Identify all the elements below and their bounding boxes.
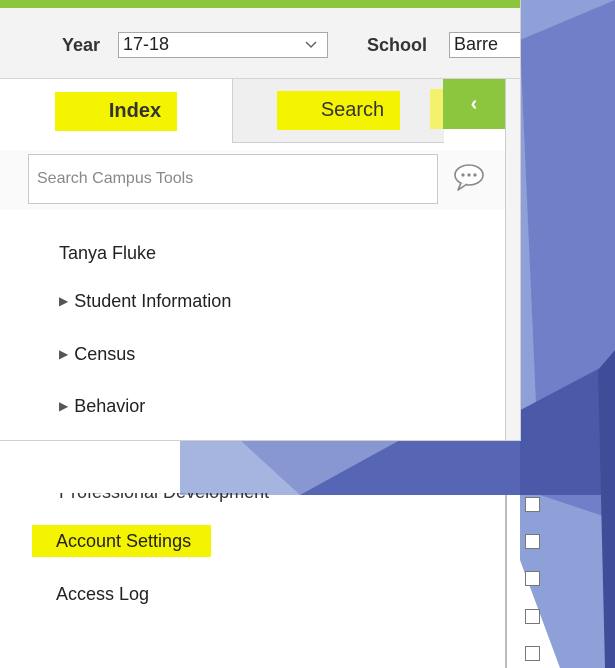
lower-right-divider <box>505 495 507 668</box>
toolbar: Year 17-18 School Barre <box>0 8 520 79</box>
year-select[interactable]: 17-18 <box>118 32 328 58</box>
year-label: Year <box>62 35 101 55</box>
row-checkbox[interactable] <box>525 609 540 624</box>
year-value: 17-18 <box>123 34 170 54</box>
nav-item-account-settings[interactable]: Account Settings <box>32 525 212 557</box>
tab-search-label: Search <box>276 91 401 130</box>
chevron-down-icon <box>305 33 317 59</box>
row-checkbox[interactable] <box>525 534 540 549</box>
nav-item-label: Student Information <box>74 291 232 311</box>
nav-item-label: Census <box>74 344 136 364</box>
tab-index[interactable]: Index <box>0 79 232 143</box>
triangle-right-icon: ▶ <box>59 294 69 308</box>
content-pane-edge <box>505 79 520 440</box>
nav-item-account-settings-wrap[interactable]: Account Settings <box>32 525 212 557</box>
nav-item-census[interactable]: ▶ Census <box>59 344 135 365</box>
row-checkbox[interactable] <box>525 646 540 661</box>
row-checkbox[interactable] <box>525 571 540 586</box>
tab-search[interactable]: Search <box>232 79 444 143</box>
school-label: School <box>367 35 428 55</box>
nav-item-label: Behavior <box>74 396 146 416</box>
triangle-right-icon: ▶ <box>59 399 69 413</box>
triangle-right-icon: ▶ <box>59 347 69 361</box>
school-value: Barre <box>454 34 499 54</box>
header-accent-bar <box>0 0 520 8</box>
nav-item-access-log[interactable]: Access Log <box>56 584 149 605</box>
row-checkbox[interactable] <box>525 497 540 512</box>
nav-item-behavior[interactable]: ▶ Behavior <box>59 396 145 417</box>
nav-user-name: Tanya Fluke <box>59 243 157 263</box>
school-select[interactable]: Barre <box>449 32 520 58</box>
chat-bubble-icon[interactable] <box>452 162 486 197</box>
campus-screenshot: Year 17-18 School Barre Index Search ‹ S… <box>0 0 520 440</box>
search-campus-tools-input[interactable] <box>28 154 438 204</box>
tab-index-label: Index <box>54 91 178 131</box>
chevron-left-icon: ‹ <box>470 92 478 115</box>
nav-item-student-information[interactable]: ▶ Student Information <box>59 291 231 312</box>
collapse-panel-button[interactable]: ‹ <box>443 79 505 129</box>
